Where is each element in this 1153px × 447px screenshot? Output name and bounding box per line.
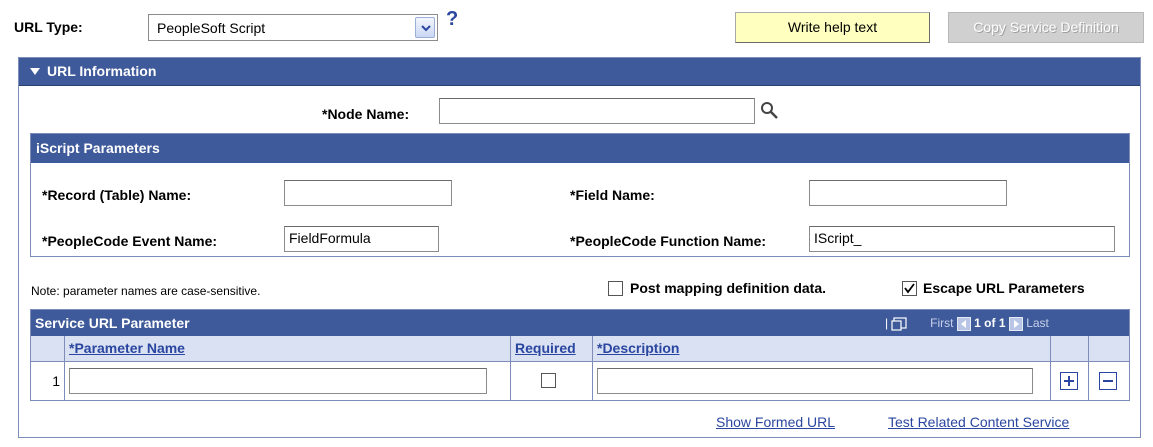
delete-row-icon[interactable]	[1099, 372, 1117, 390]
peoplecode-event-input[interactable]: FieldFormula	[284, 226, 439, 252]
peoplecode-function-input[interactable]: IScript_	[809, 226, 1115, 252]
record-name-input[interactable]	[284, 180, 452, 206]
parameter-name-input[interactable]	[69, 368, 487, 394]
url-type-value: PeopleSoft Script	[157, 20, 266, 36]
help-icon[interactable]: ?	[446, 8, 458, 31]
chevron-down-icon[interactable]	[415, 17, 435, 38]
node-name-label: *Node Name:	[322, 106, 410, 122]
search-icon[interactable]	[760, 101, 779, 120]
copy-service-definition-button: Copy Service Definition	[948, 12, 1144, 43]
write-help-text-button[interactable]: Write help text	[735, 12, 930, 43]
nav-last[interactable]: Last	[1026, 316, 1049, 330]
grid-navigation: | First 1 of 1 Last	[885, 316, 1049, 331]
checkmark-icon	[904, 283, 915, 294]
row-number: 1	[31, 362, 65, 400]
first-arrow-icon[interactable]	[956, 316, 971, 331]
post-mapping-label: Post mapping definition data.	[630, 280, 826, 296]
field-name-label: *Field Name:	[570, 187, 655, 203]
nav-count: 1 of 1	[974, 316, 1006, 330]
collapse-triangle-icon[interactable]	[30, 68, 40, 76]
table-row	[65, 362, 511, 400]
view-all-icon[interactable]	[891, 317, 908, 331]
escape-url-parameters-checkbox[interactable]	[902, 281, 917, 296]
url-information-header[interactable]: URL Information	[19, 58, 1140, 86]
peoplecode-event-label: *PeopleCode Event Name:	[42, 233, 218, 249]
required-checkbox[interactable]	[541, 373, 556, 388]
url-type-select[interactable]: PeopleSoft Script	[148, 14, 438, 41]
col-parameter-name[interactable]: *Parameter Name	[65, 336, 511, 362]
url-type-label: URL Type:	[14, 19, 83, 35]
col-description[interactable]: *Description	[593, 336, 1051, 362]
post-mapping-checkbox[interactable]	[608, 281, 623, 296]
record-name-label: *Record (Table) Name:	[42, 187, 192, 203]
col-add	[1051, 336, 1089, 362]
url-information-title: URL Information	[47, 63, 157, 79]
node-name-input[interactable]	[439, 98, 755, 124]
service-url-parameter-grid: Service URL Parameter | First 1 of 1 Las…	[30, 309, 1130, 401]
add-row-icon[interactable]	[1060, 372, 1078, 390]
peoplecode-function-label: *PeopleCode Function Name:	[570, 233, 767, 249]
col-required[interactable]: Required	[511, 336, 593, 362]
show-formed-url-link[interactable]: Show Formed URL	[716, 414, 835, 430]
nav-first[interactable]: First	[930, 316, 953, 330]
col-row-number	[31, 336, 65, 362]
case-sensitive-note: Note: parameter names are case-sensitive…	[31, 284, 261, 298]
col-delete	[1089, 336, 1129, 362]
iscript-parameters-title: iScript Parameters	[31, 134, 1129, 163]
test-related-content-service-link[interactable]: Test Related Content Service	[888, 414, 1069, 430]
field-name-input[interactable]	[809, 180, 1007, 206]
last-arrow-icon[interactable]	[1008, 316, 1023, 331]
escape-url-parameters-label: Escape URL Parameters	[923, 280, 1085, 296]
description-input[interactable]	[597, 368, 1033, 394]
